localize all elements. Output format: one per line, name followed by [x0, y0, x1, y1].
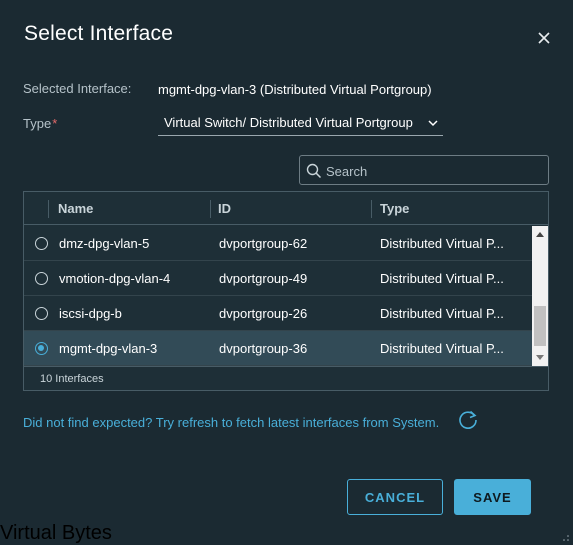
close-icon — [538, 32, 550, 44]
type-select[interactable]: Virtual Switch/ Distributed Virtual Port… — [158, 110, 443, 136]
refresh-hint: Did not find expected? Try refresh to fe… — [23, 415, 440, 430]
column-header-name[interactable]: Name — [58, 201, 93, 216]
grid-footer: 10 Interfaces — [24, 366, 548, 390]
row-radio[interactable] — [35, 237, 48, 250]
column-header-type[interactable]: Type — [380, 201, 409, 216]
header-divider — [371, 200, 372, 218]
row-type: Distributed Virtual P... — [380, 341, 504, 356]
search-icon — [306, 163, 322, 179]
table-row-selected[interactable]: mgmt-dpg-vlan-3 dvportgroup-36 Distribut… — [24, 331, 532, 366]
scroll-down-arrow-icon[interactable] — [536, 355, 544, 360]
search-box[interactable] — [299, 155, 549, 185]
row-name: iscsi-dpg-b — [59, 306, 122, 321]
row-name: vmotion-dpg-vlan-4 — [59, 271, 171, 286]
row-radio[interactable] — [35, 272, 48, 285]
grid-header: Name ID Type — [24, 192, 548, 225]
search-input[interactable] — [326, 162, 541, 180]
select-interface-dialog: Select Interface Selected Interface: mgm… — [0, 0, 573, 545]
type-label: Type* — [23, 116, 57, 131]
table-row[interactable]: iscsi-dpg-b dvportgroup-26 Distributed V… — [24, 296, 532, 331]
header-divider — [210, 200, 211, 218]
watermark-text: Virtual Bytes — [0, 522, 112, 544]
dialog-title: Select Interface — [24, 22, 174, 45]
row-type: Distributed Virtual P... — [380, 271, 504, 286]
close-button[interactable] — [534, 28, 554, 48]
cancel-button[interactable]: CANCEL — [347, 479, 443, 515]
row-name: dmz-dpg-vlan-5 — [59, 236, 150, 251]
table-row[interactable]: vmotion-dpg-vlan-4 dvportgroup-49 Distri… — [24, 261, 532, 296]
type-select-value: Virtual Switch/ Distributed Virtual Port… — [164, 115, 413, 130]
row-type: Distributed Virtual P... — [380, 306, 504, 321]
row-id: dvportgroup-26 — [219, 306, 308, 321]
scroll-up-arrow-icon[interactable] — [536, 232, 544, 237]
row-name: mgmt-dpg-vlan-3 — [59, 341, 158, 356]
row-id: dvportgroup-62 — [219, 236, 308, 251]
row-type: Distributed Virtual P... — [380, 236, 504, 251]
refresh-button[interactable] — [457, 409, 479, 436]
required-mark: * — [52, 116, 58, 131]
row-id: dvportgroup-36 — [219, 341, 308, 356]
interface-count: 10 Interfaces — [40, 373, 104, 385]
row-radio[interactable] — [35, 307, 48, 320]
column-header-id[interactable]: ID — [218, 201, 231, 216]
selected-interface-label: Selected Interface: — [23, 81, 132, 96]
header-divider — [48, 200, 49, 218]
type-label-text: Type — [23, 116, 52, 131]
scroll-thumb[interactable] — [534, 306, 546, 346]
row-id: dvportgroup-49 — [219, 271, 308, 286]
table-row[interactable]: dmz-dpg-vlan-5 dvportgroup-62 Distribute… — [24, 226, 532, 261]
interfaces-grid: Name ID Type dmz-dpg-vlan-5 dvportgroup-… — [23, 191, 549, 391]
chevron-down-icon — [428, 120, 438, 127]
refresh-icon — [459, 410, 477, 429]
row-radio-selected[interactable] — [35, 342, 48, 355]
resize-grip-icon[interactable] — [562, 534, 570, 542]
grid-scrollbar[interactable] — [532, 226, 548, 366]
selected-interface-value: mgmt-dpg-vlan-3 (Distributed Virtual Por… — [158, 82, 432, 97]
save-button[interactable]: SAVE — [454, 479, 531, 515]
